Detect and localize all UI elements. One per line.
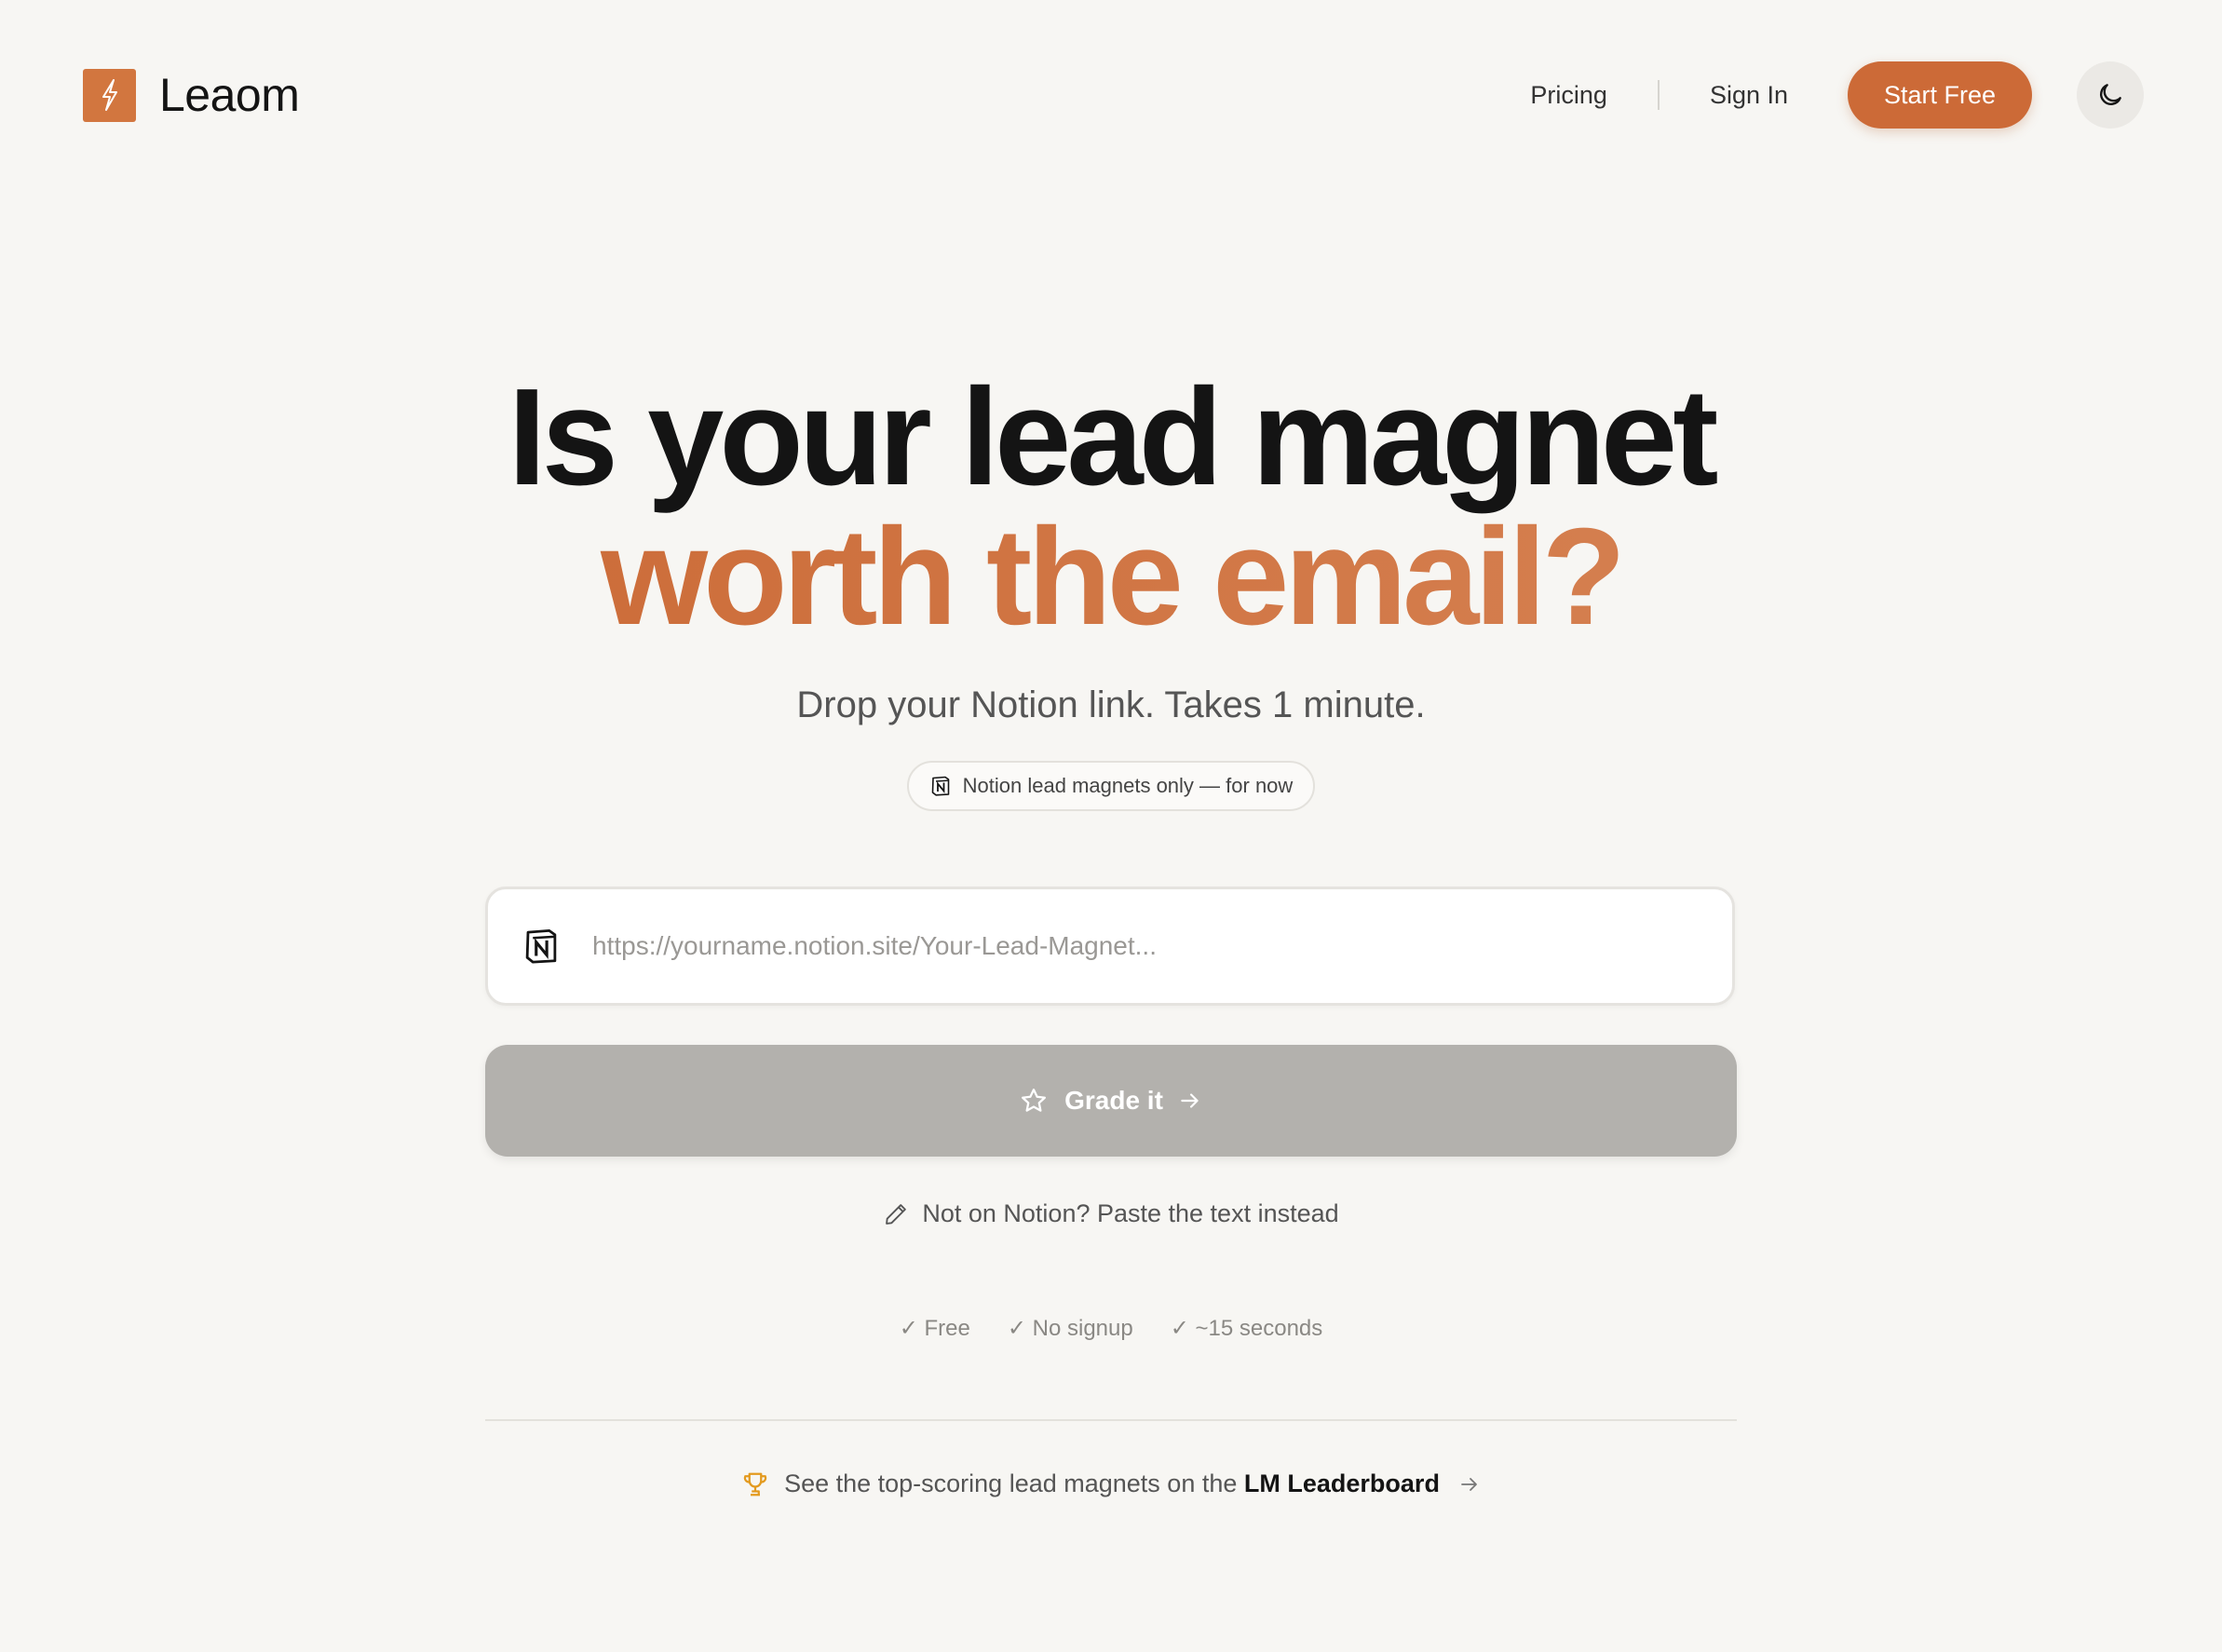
leaderboard-text: See the top-scoring lead magnets on the … <box>784 1469 1440 1498</box>
check-no-signup: ✓ No signup <box>1007 1316 1133 1341</box>
badge-container: Notion lead magnets only — for now <box>0 761 2222 811</box>
arrow-right-icon <box>1461 1477 1477 1491</box>
brand-name: Leaom <box>159 69 300 121</box>
check-duration: ✓ ~15 seconds <box>1170 1316 1323 1341</box>
notion-only-badge: Notion lead magnets only — for now <box>906 761 1316 811</box>
pencil-icon <box>886 1203 907 1225</box>
arrow-right-icon <box>1181 1093 1199 1108</box>
moon-icon <box>2100 84 2121 105</box>
notion-icon <box>931 776 949 796</box>
nav-sign-in-link[interactable]: Sign In <box>1710 81 1788 110</box>
hero-subtitle: Drop your Notion link. Takes 1 minute. <box>796 684 1426 725</box>
benefit-checks: ✓ Free ✓ No signup ✓ ~15 seconds <box>0 1315 2222 1342</box>
grade-it-button[interactable]: Grade it <box>485 1045 1737 1157</box>
nav-pricing-link[interactable]: Pricing <box>1530 81 1607 110</box>
hero-title-line1: Is your lead magnet <box>508 360 1719 514</box>
hero-title-line2: worth the email? <box>0 508 2222 646</box>
theme-toggle-button[interactable] <box>2077 61 2144 129</box>
brand-logo[interactable]: Leaom <box>83 68 300 122</box>
badge-text: Notion lead magnets only — for now <box>962 774 1294 797</box>
lightning-icon <box>83 68 136 122</box>
top-nav: Pricing Sign In Start Free <box>1530 61 2144 129</box>
start-free-button[interactable]: Start Free <box>1848 61 2032 129</box>
leaderboard-link-text[interactable]: LM Leaderboard <box>1244 1469 1440 1497</box>
leaderboard-link[interactable]: See the top-scoring lead magnets on the … <box>0 1469 2222 1498</box>
section-divider <box>485 1419 1737 1421</box>
notion-url-input[interactable] <box>592 931 1663 961</box>
trophy-icon <box>743 1472 767 1496</box>
grade-it-label: Grade it <box>1064 1086 1163 1115</box>
notion-icon <box>525 928 557 964</box>
leaderboard-prefix: See the top-scoring lead magnets on the <box>784 1469 1238 1497</box>
paste-text-link[interactable]: Not on Notion? Paste the text instead <box>0 1199 2222 1228</box>
site-header: Leaom Pricing Sign In Start Free <box>0 0 2222 191</box>
notion-url-input-box <box>485 887 1735 1006</box>
check-free: ✓ Free <box>899 1316 970 1341</box>
star-icon <box>1022 1089 1047 1112</box>
paste-text-label: Not on Notion? Paste the text instead <box>922 1199 1339 1227</box>
nav-divider <box>1657 80 1660 110</box>
